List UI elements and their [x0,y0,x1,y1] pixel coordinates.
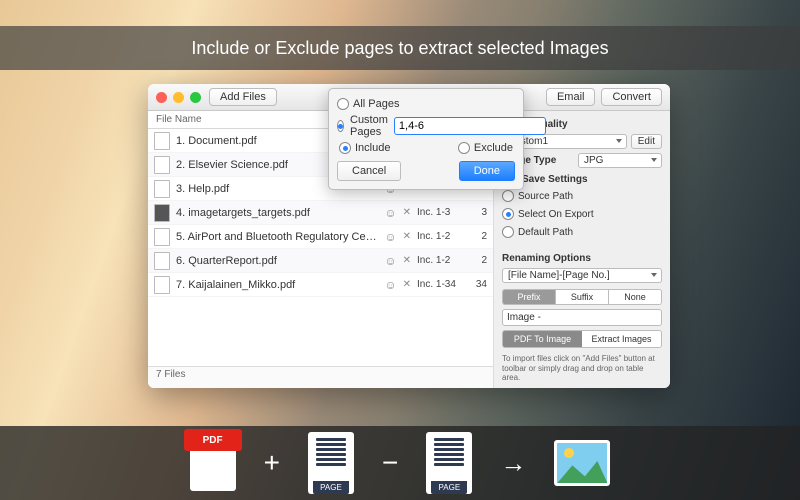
image-file-icon [554,440,610,486]
file-name: 6. QuarterReport.pdf [176,255,378,267]
page-count: 2 [469,231,487,242]
none-seg[interactable]: None [609,290,661,304]
banner-text: Include or Exclude pages to extract sele… [191,38,608,59]
table-row[interactable]: 6. QuarterReport.pdf ☺ ✕ Inc. 1-2 2 [148,249,493,273]
include-radio[interactable]: Include [339,141,390,155]
affix-segmented: Prefix Suffix None [502,289,662,305]
preview-icon[interactable]: ☺ [384,278,396,292]
custom-pages-label: Custom Pages [350,114,388,138]
add-files-button[interactable]: Add Files [209,88,277,106]
minus-icon: − [382,447,398,479]
page-icon: PAGE [426,432,472,494]
file-name: 7. Kaijalainen_Mikko.pdf [176,279,378,291]
radio-icon [458,142,470,154]
include-range: Inc. 1-2 [417,255,463,266]
file-thumb-icon [154,252,170,270]
plus-icon: + [264,447,280,479]
remove-icon[interactable]: ✕ [403,231,411,242]
file-thumb-icon [154,132,170,150]
table-row[interactable]: 7. Kaijalainen_Mikko.pdf ☺ ✕ Inc. 1-34 3… [148,273,493,297]
convert-button[interactable]: Convert [601,88,662,106]
page-count: 3 [469,207,487,218]
default-path-radio[interactable]: Default Path [502,225,662,239]
page-count: 2 [469,255,487,266]
zoom-icon[interactable] [190,92,201,103]
radio-icon [502,208,514,220]
prefix-input[interactable]: Image - [502,309,662,326]
mode-segmented: PDF To Image Extract Images [502,330,662,348]
table-row[interactable]: 4. imagetargets_targets.pdf ☺ ✕ Inc. 1-3… [148,201,493,225]
prefix-seg[interactable]: Prefix [503,290,556,304]
pages-popover: All Pages Custom Pages Include Exclude C… [328,88,524,190]
select-on-export-radio[interactable]: Select On Export [502,207,662,221]
custom-pages-radio[interactable] [337,120,344,132]
suffix-seg[interactable]: Suffix [556,290,609,304]
extract-images-seg[interactable]: Extract Images [582,331,661,347]
minimize-icon[interactable] [173,92,184,103]
radio-icon [502,226,514,238]
include-range: Inc. 1-34 [417,279,463,290]
image-type-select[interactable]: JPG [578,153,662,168]
renaming-select[interactable]: [File Name]-[Page No.] [502,268,662,283]
close-icon[interactable] [156,92,167,103]
promo-banner-top: Include or Exclude pages to extract sele… [0,26,800,70]
file-save-label: File Save Settings [502,174,662,185]
remove-icon[interactable]: ✕ [403,207,411,218]
renaming-label: Renaming Options [502,253,662,264]
file-thumb-icon [154,156,170,174]
radio-icon [339,142,351,154]
import-hint: To import files click on "Add Files" but… [502,354,662,383]
file-thumb-icon [154,276,170,294]
pages-input[interactable] [394,117,546,135]
cancel-button[interactable]: Cancel [337,161,401,181]
app-window: Add Files Email Convert File Name 1. Doc… [148,84,670,388]
page-icon: PAGE [308,432,354,494]
source-path-radio[interactable]: Source Path [502,189,662,203]
page-count: 34 [469,279,487,290]
preview-icon[interactable]: ☺ [384,254,396,268]
edit-quality-button[interactable]: Edit [631,134,662,149]
promo-banner-bottom: PDF + PAGE − PAGE → [0,426,800,500]
status-bar: 7 Files [148,366,493,388]
file-name: 4. imagetargets_targets.pdf [176,207,378,219]
all-pages-radio[interactable]: All Pages [337,97,515,111]
pdf-to-image-seg[interactable]: PDF To Image [503,331,582,347]
file-thumb-icon [154,180,170,198]
table-row[interactable]: 5. AirPort and Bluetooth Regulatory Cert… [148,225,493,249]
email-button[interactable]: Email [546,88,596,106]
remove-icon[interactable]: ✕ [403,255,411,266]
radio-icon [502,190,514,202]
exclude-radio[interactable]: Exclude [458,141,513,155]
include-range: Inc. 1-3 [417,207,463,218]
preview-icon[interactable]: ☺ [384,230,396,244]
include-range: Inc. 1-2 [417,231,463,242]
file-thumb-icon [154,228,170,246]
remove-icon[interactable]: ✕ [403,279,411,290]
window-controls [156,92,201,103]
done-button[interactable]: Done [459,161,515,181]
file-thumb-icon [154,204,170,222]
pdf-file-icon: PDF [190,435,236,491]
preview-icon[interactable]: ☺ [384,206,396,220]
file-name: 5. AirPort and Bluetooth Regulatory Cert… [176,231,378,243]
radio-icon [337,98,349,110]
arrow-right-icon: → [500,448,526,479]
